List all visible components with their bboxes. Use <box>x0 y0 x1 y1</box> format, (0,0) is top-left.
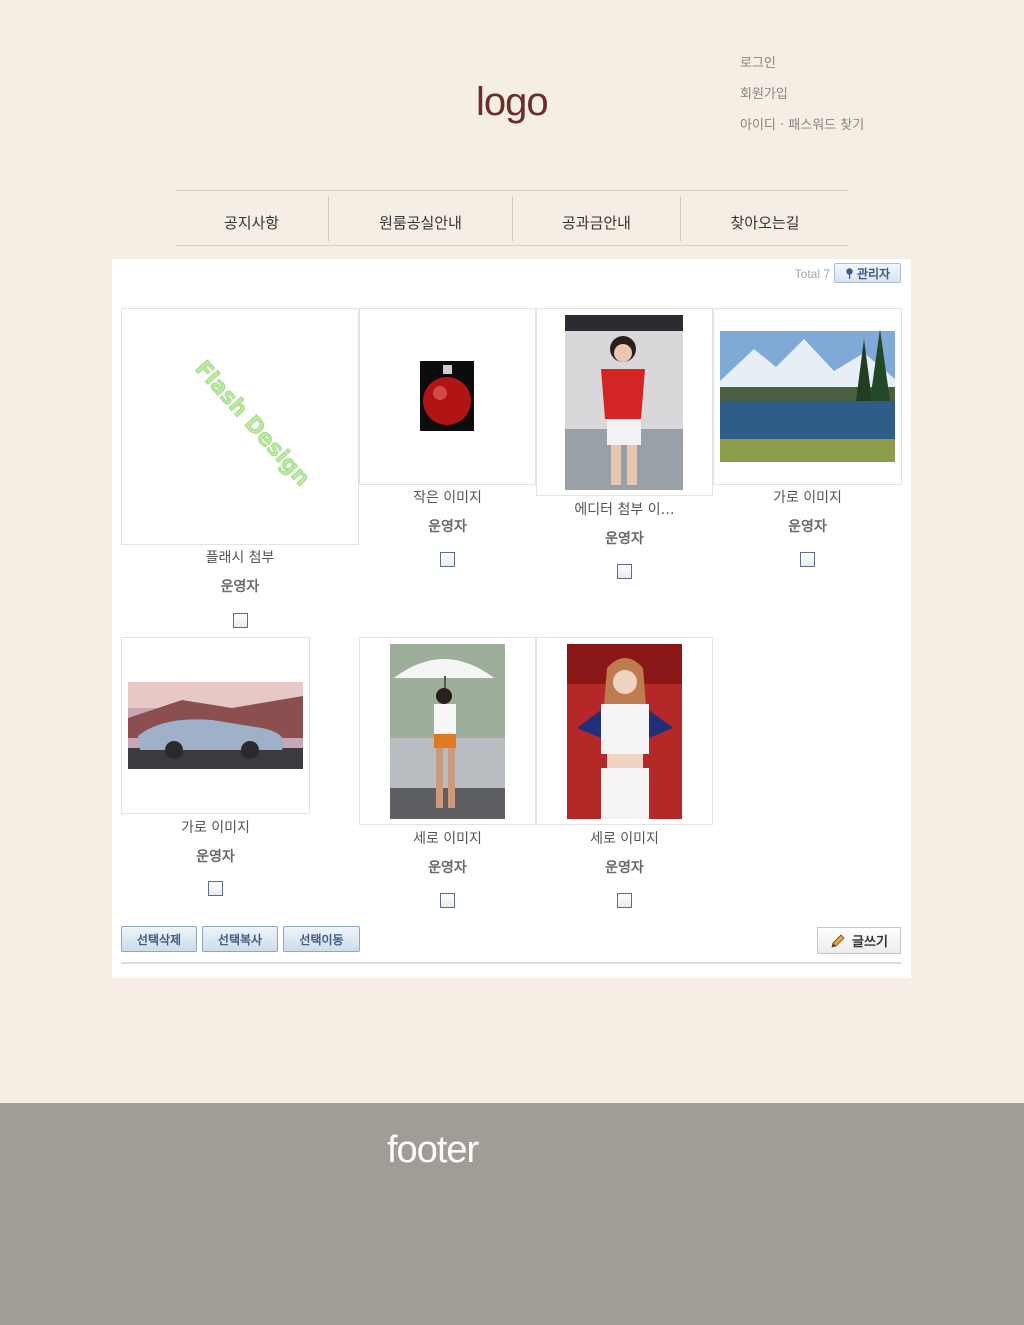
post-checkbox[interactable] <box>440 893 455 908</box>
nav-item-vacancy[interactable]: 원룸공실안내 <box>329 191 512 245</box>
post-author: 운영자 <box>605 531 644 547</box>
footer: footer <box>0 1103 1024 1325</box>
post-author: 운영자 <box>220 579 260 595</box>
member-links: 로그인 회원가입 아이디 · 패스워드 찾기 <box>740 52 864 145</box>
write-button[interactable]: 글쓰기 <box>817 927 901 954</box>
copy-selected-button[interactable]: 선택복사 <box>202 926 278 952</box>
post-author: 운영자 <box>196 849 235 865</box>
nav-item-directions[interactable]: 찾아오는길 <box>681 191 849 245</box>
post-title[interactable]: 세로 이미지 <box>536 828 713 848</box>
lake-photo <box>720 329 895 462</box>
car-photo <box>128 682 303 769</box>
post-thumbnail-small-image[interactable] <box>359 308 536 485</box>
main-nav: 공지사항 원룸공실안내 공과금안내 찾아오는길 <box>175 190 849 246</box>
post-title[interactable]: 가로 이미지 <box>713 487 902 507</box>
racing-model-photo <box>567 644 682 819</box>
post-author: 운영자 <box>428 519 467 535</box>
delete-selected-button[interactable]: 선택삭제 <box>121 926 197 952</box>
post-title[interactable]: 작은 이미지 <box>359 487 536 507</box>
ornament-image <box>420 361 474 431</box>
login-link[interactable]: 로그인 <box>740 52 864 83</box>
admin-button-label: 관리자 <box>856 266 891 281</box>
footer-text: footer <box>387 1129 479 1171</box>
signup-link[interactable]: 회원가입 <box>740 83 864 114</box>
gallery-board: Total 7 관리자 Flash Design 플래시 첨부 운영자 작은 이… <box>112 259 911 978</box>
post-thumbnail-car[interactable] <box>121 637 310 814</box>
pin-icon <box>846 267 853 279</box>
post-checkbox[interactable] <box>617 564 632 579</box>
post-author: 운영자 <box>428 860 467 876</box>
flash-thumbnail-text: Flash Design <box>190 356 315 491</box>
write-button-label: 글쓰기 <box>852 935 888 950</box>
post-title[interactable]: 세로 이미지 <box>359 828 536 848</box>
post-author: 운영자 <box>788 519 827 535</box>
post-checkbox[interactable] <box>617 893 632 908</box>
post-checkbox[interactable] <box>233 613 248 628</box>
post-checkbox[interactable] <box>800 552 815 567</box>
post-title[interactable]: 에디터 첨부 이… <box>536 499 713 519</box>
umbrella-model-photo <box>390 644 505 819</box>
move-selected-button[interactable]: 선택이동 <box>283 926 360 952</box>
post-title[interactable]: 가로 이미지 <box>121 817 310 837</box>
admin-button[interactable]: 관리자 <box>834 263 901 283</box>
post-total: Total 7 <box>794 267 830 281</box>
post-checkbox[interactable] <box>208 881 223 896</box>
post-thumbnail-flash[interactable]: Flash Design <box>121 308 359 545</box>
post-thumbnail-editor-image[interactable] <box>536 308 713 496</box>
post-title[interactable]: 플래시 첨부 <box>121 547 359 567</box>
post-thumbnail-landscape[interactable] <box>713 308 902 485</box>
logo[interactable]: logo <box>476 80 549 125</box>
nav-item-notice[interactable]: 공지사항 <box>175 191 328 245</box>
find-account-link[interactable]: 아이디 · 패스워드 찾기 <box>740 114 864 145</box>
pencil-icon <box>831 933 845 948</box>
post-thumbnail-vertical-image[interactable] <box>359 637 536 825</box>
post-thumbnail-vertical-image[interactable] <box>536 637 713 825</box>
post-author: 운영자 <box>605 860 644 876</box>
flash-thumbnail-image: Flash Design <box>189 356 315 492</box>
board-bottom-divider <box>121 962 901 964</box>
post-checkbox[interactable] <box>440 552 455 567</box>
model-photo <box>565 315 683 490</box>
nav-item-utilities[interactable]: 공과금안내 <box>513 191 680 245</box>
